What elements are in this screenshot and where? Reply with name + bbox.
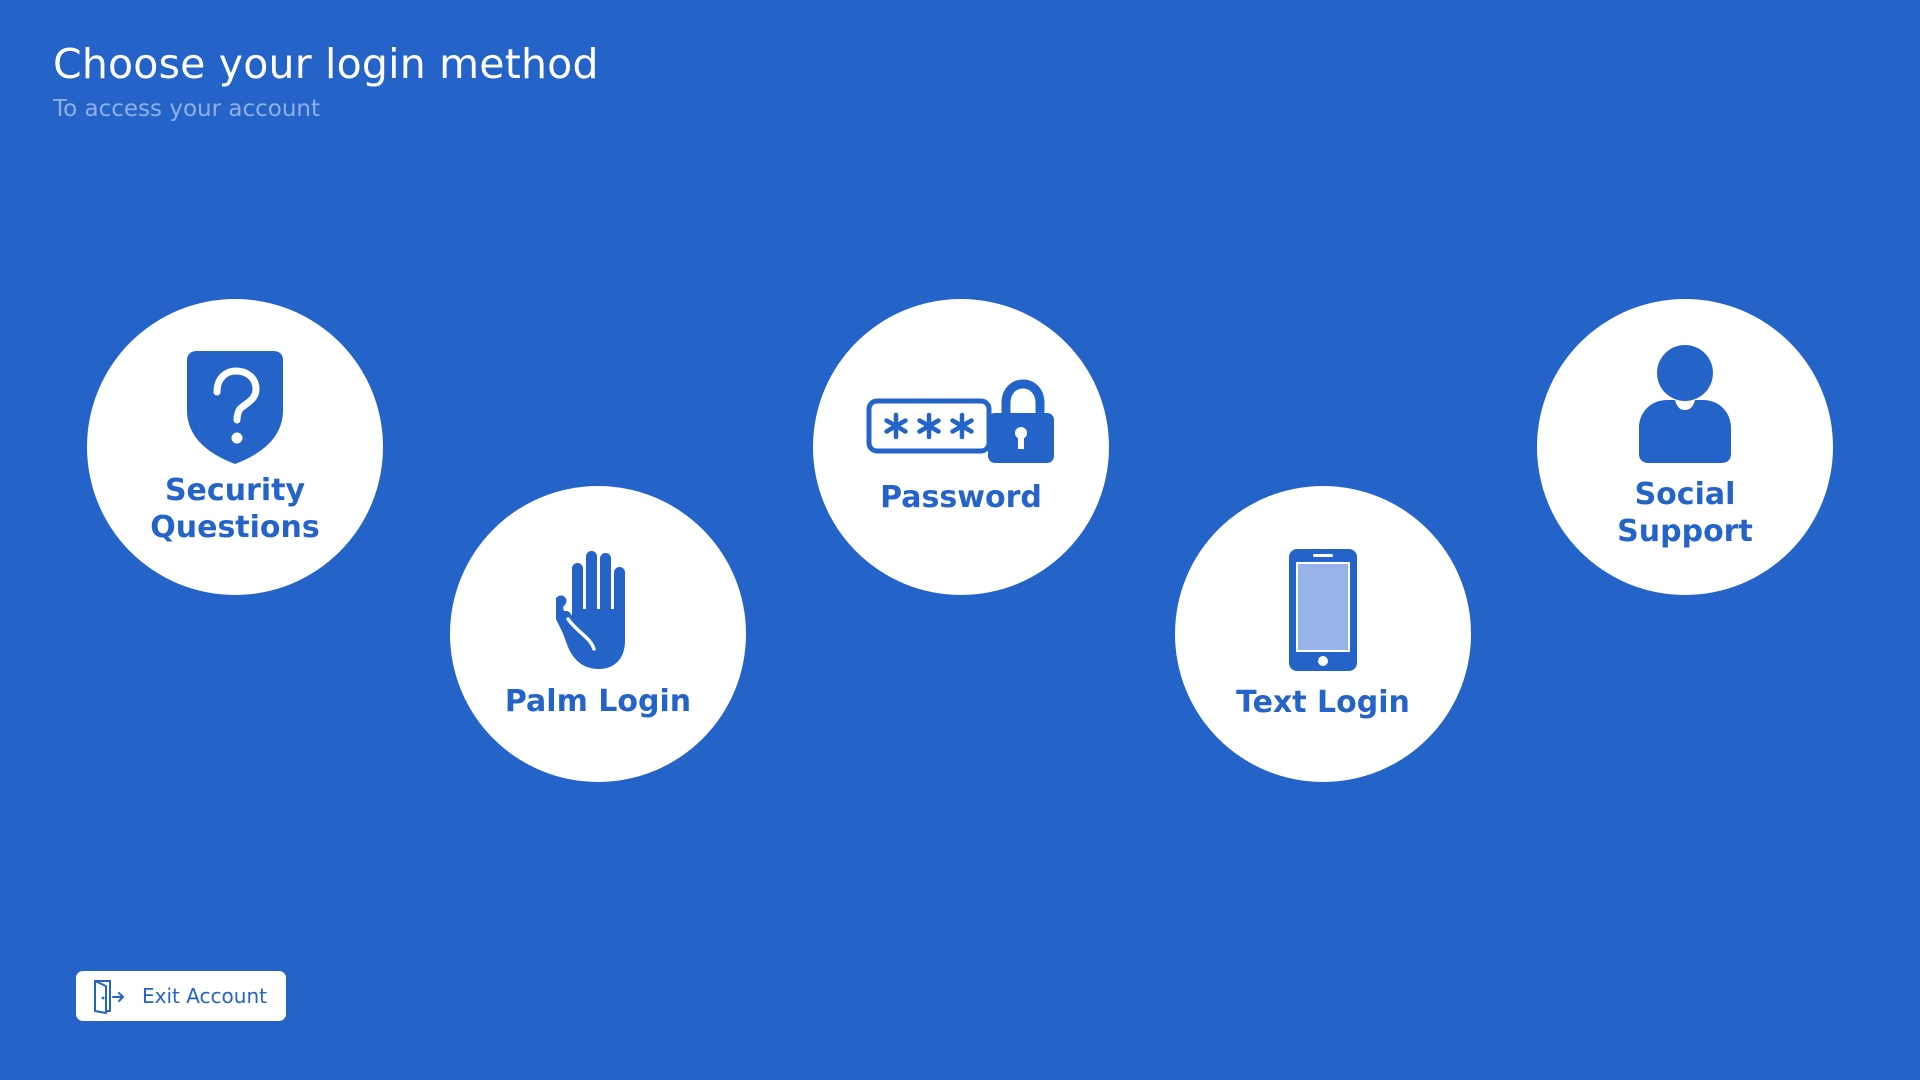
palm-login-label: Palm Login: [504, 683, 692, 719]
security-questions-label: Security Questions: [150, 473, 320, 545]
user-icon: [1639, 345, 1731, 463]
exit-account-button[interactable]: Exit Account: [76, 971, 286, 1021]
page-subtitle: To access your account: [53, 96, 320, 122]
password-lock-icon: [866, 378, 1054, 463]
page-title: Choose your login method: [53, 40, 599, 88]
palm-login-option[interactable]: Palm Login: [450, 486, 746, 782]
social-support-label: Social Support: [1617, 477, 1753, 549]
text-login-label: Text Login: [1236, 684, 1410, 720]
header: Choose your login method To access your …: [53, 38, 599, 124]
password-label: Password: [880, 479, 1042, 515]
password-option[interactable]: Password: [813, 299, 1109, 595]
social-support-option[interactable]: Social Support: [1537, 299, 1833, 595]
exit-account-label: Exit Account: [142, 984, 267, 1008]
hand-icon: [556, 550, 625, 669]
exit-door-icon: [94, 980, 124, 1014]
smartphone-icon: [1289, 548, 1357, 671]
text-login-option[interactable]: Text Login: [1175, 486, 1471, 782]
security-questions-option[interactable]: Security Questions: [87, 299, 383, 595]
shield-question-icon: [187, 351, 283, 464]
